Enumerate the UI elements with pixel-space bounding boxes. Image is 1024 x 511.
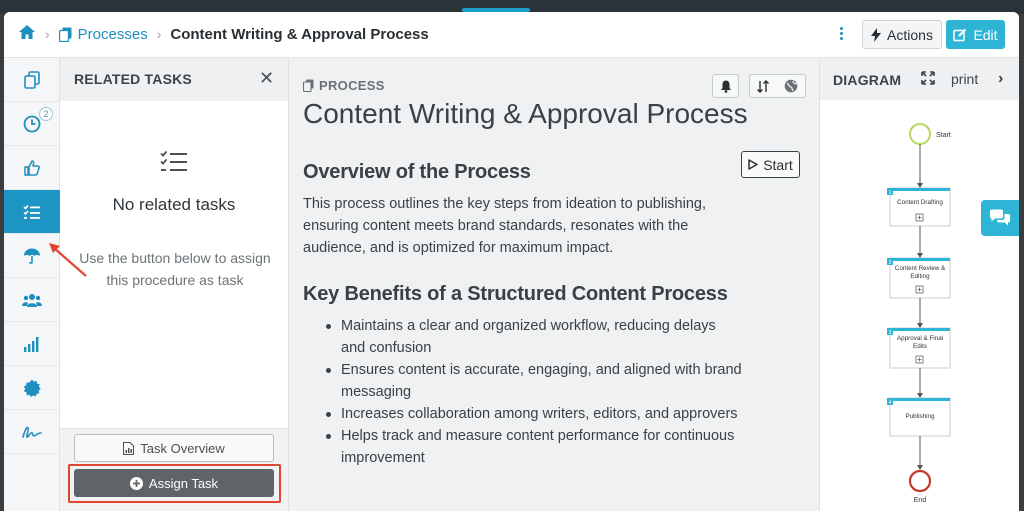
print-link[interactable]: print	[951, 71, 978, 87]
diagram-header: DIAGRAM print ›	[820, 58, 1019, 100]
process-content: PROCESS Content Writing & Approval Proce…	[289, 58, 819, 511]
actions-label: Actions	[887, 26, 933, 43]
close-icon[interactable]: ✕	[259, 68, 274, 89]
step-approval[interactable]: 3 Approval & Final Edits	[887, 327, 951, 369]
sort-icon[interactable]	[756, 79, 771, 93]
edit-icon	[953, 28, 967, 41]
step-content-drafting[interactable]: 1 Content Drafting	[887, 187, 951, 227]
step-content-review[interactable]: 2 Content Review & Editing	[887, 257, 951, 299]
history-badge: 2	[39, 107, 53, 121]
task-list-icon	[160, 150, 188, 179]
breadcrumb-separator: ›	[156, 26, 162, 42]
chart-document-icon	[123, 441, 135, 455]
diagram-panel: DIAGRAM print › Start 1 Content Drafting	[819, 58, 1019, 511]
header-bar: › Processes › Content Writing & Approval…	[4, 12, 1019, 58]
task-overview-button[interactable]: Task Overview	[74, 434, 274, 462]
nav-history[interactable]: 2	[4, 102, 60, 146]
overview-heading: Overview of the Process	[303, 161, 531, 183]
bell-icon	[720, 80, 731, 93]
play-icon	[748, 159, 758, 170]
chat-icon	[990, 209, 1010, 226]
process-type-label: PROCESS	[303, 78, 385, 93]
breadcrumb-processes[interactable]: Processes	[58, 25, 148, 43]
notifications-button[interactable]	[712, 74, 739, 98]
flow-arrowhead	[917, 183, 923, 188]
list-item: Increases collaboration among writers, e…	[323, 403, 743, 425]
edit-label: Edit	[973, 26, 998, 43]
nav-feedback[interactable]	[4, 146, 60, 190]
breadcrumb: › Processes › Content Writing & Approval…	[18, 24, 429, 44]
expand-icon[interactable]	[921, 71, 935, 90]
plus-circle-icon	[129, 476, 143, 490]
chat-button[interactable]	[981, 200, 1019, 236]
nav-documents[interactable]	[4, 58, 60, 102]
start-node-label: Start	[936, 132, 951, 139]
svg-text:End: End	[914, 497, 927, 504]
start-label: Start	[763, 156, 793, 173]
umbrella-icon	[24, 248, 40, 264]
app-window: › Processes › Content Writing & Approval…	[4, 12, 1019, 511]
assign-task-label: Assign Task	[148, 475, 219, 491]
globe-icon[interactable]	[784, 79, 798, 93]
related-tasks-footer: Task Overview Assign Task	[60, 428, 288, 511]
badge-icon	[23, 379, 41, 397]
chevron-right-icon[interactable]: ›	[998, 70, 1003, 88]
process-flow-diagram: Start 1 Content Drafting 2 Content Revie…	[887, 123, 951, 504]
thumbs-up-icon	[24, 159, 40, 176]
breadcrumb-processes-label: Processes	[77, 25, 148, 43]
list-item: Maintains a clear and organized workflow…	[323, 315, 743, 359]
signal-bars-icon	[24, 336, 39, 352]
nav-analytics[interactable]	[4, 322, 60, 366]
breadcrumb-current: Content Writing & Approval Process	[170, 25, 429, 43]
task-list-icon	[23, 204, 40, 219]
documents-icon	[303, 79, 314, 92]
task-overview-label: Task Overview	[140, 440, 225, 456]
start-node[interactable]: Start	[909, 123, 951, 145]
diagram-title: DIAGRAM	[833, 72, 902, 88]
sort-language-toolbar	[749, 74, 806, 98]
more-options-icon[interactable]	[834, 25, 848, 45]
related-tasks-panel: RELATED TASKS ✕ No related tasks Use the…	[49, 58, 289, 511]
benefits-list: Maintains a clear and organized workflow…	[323, 315, 743, 469]
svg-text:1: 1	[889, 190, 892, 196]
process-type-text: PROCESS	[319, 78, 385, 93]
annotation-arrow	[49, 243, 87, 277]
related-tasks-header: RELATED TASKS ✕	[60, 58, 288, 101]
users-icon	[22, 293, 42, 307]
list-item: Ensures content is accurate, engaging, a…	[323, 359, 743, 403]
actions-button[interactable]: Actions	[862, 20, 942, 49]
list-item: Helps track and measure content performa…	[323, 425, 743, 469]
empty-state-title: No related tasks	[112, 195, 236, 214]
breadcrumb-separator: ›	[45, 26, 50, 42]
svg-text:4: 4	[889, 400, 892, 406]
start-button[interactable]: Start	[741, 151, 800, 178]
clock-icon	[23, 115, 41, 132]
documents-icon	[58, 27, 72, 42]
empty-state-description: Use the button below to assign this proc…	[79, 250, 271, 288]
assign-task-button[interactable]: Assign Task	[74, 469, 274, 497]
documents-icon	[24, 70, 40, 89]
svg-text:Content Drafting: Content Drafting	[897, 199, 943, 206]
svg-text:Publishing: Publishing	[905, 413, 935, 420]
nav-signatures[interactable]	[4, 410, 60, 454]
nav-compliance[interactable]	[4, 366, 60, 410]
page-title: Content Writing & Approval Process	[303, 98, 748, 129]
step-publishing[interactable]: 4 Publishing	[887, 397, 951, 437]
edit-button[interactable]: Edit	[946, 20, 1005, 49]
related-tasks-title: RELATED TASKS	[74, 71, 192, 87]
signature-icon	[22, 426, 42, 438]
end-node[interactable]: End	[908, 469, 932, 504]
lightning-icon	[871, 27, 882, 42]
home-icon[interactable]	[18, 24, 36, 44]
benefits-heading: Key Benefits of a Structured Content Pro…	[303, 283, 728, 305]
overview-text: This process outlines the key steps from…	[303, 196, 706, 256]
